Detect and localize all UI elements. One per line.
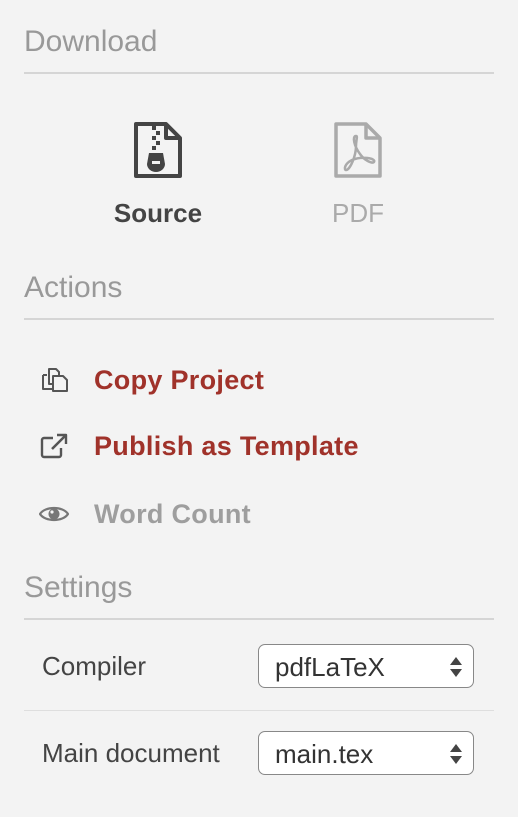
main-document-select[interactable]: main.tex: [258, 731, 474, 775]
external-link-icon: [38, 430, 70, 462]
copy-project-button[interactable]: Copy Project: [38, 358, 264, 402]
download-source-button[interactable]: Source: [83, 120, 233, 230]
settings-divider: [24, 618, 494, 620]
download-pdf-label: PDF: [332, 198, 384, 228]
zip-file-icon: [83, 120, 233, 180]
compiler-setting-row: Compiler pdfLaTeX: [24, 644, 494, 730]
main-document-select-value: main.tex: [275, 739, 374, 769]
compiler-select-value: pdfLaTeX: [275, 652, 385, 682]
settings-section-title: Settings: [24, 571, 133, 604]
download-pdf-button[interactable]: PDF: [283, 120, 433, 230]
select-arrows-icon: [449, 655, 463, 684]
publish-as-template-label: Publish as Template: [94, 430, 359, 461]
eye-icon: [38, 498, 70, 530]
pdf-file-icon: [283, 120, 433, 180]
settings-row-divider: [24, 710, 494, 711]
main-document-setting-row: Main document main.tex: [24, 731, 494, 817]
copy-icon: [38, 364, 70, 396]
copy-project-label: Copy Project: [94, 364, 265, 395]
publish-as-template-button[interactable]: Publish as Template: [38, 424, 359, 468]
download-divider: [24, 72, 494, 74]
main-document-label: Main document: [42, 738, 220, 768]
actions-divider: [24, 318, 494, 320]
actions-section-title: Actions: [24, 271, 123, 304]
compiler-select[interactable]: pdfLaTeX: [258, 644, 474, 688]
word-count-button[interactable]: Word Count: [38, 492, 251, 536]
download-source-label: Source: [113, 198, 203, 228]
compiler-label: Compiler: [42, 651, 147, 681]
select-arrows-icon: [449, 742, 463, 771]
word-count-label: Word Count: [94, 498, 251, 529]
download-section-title: Download: [24, 25, 158, 58]
